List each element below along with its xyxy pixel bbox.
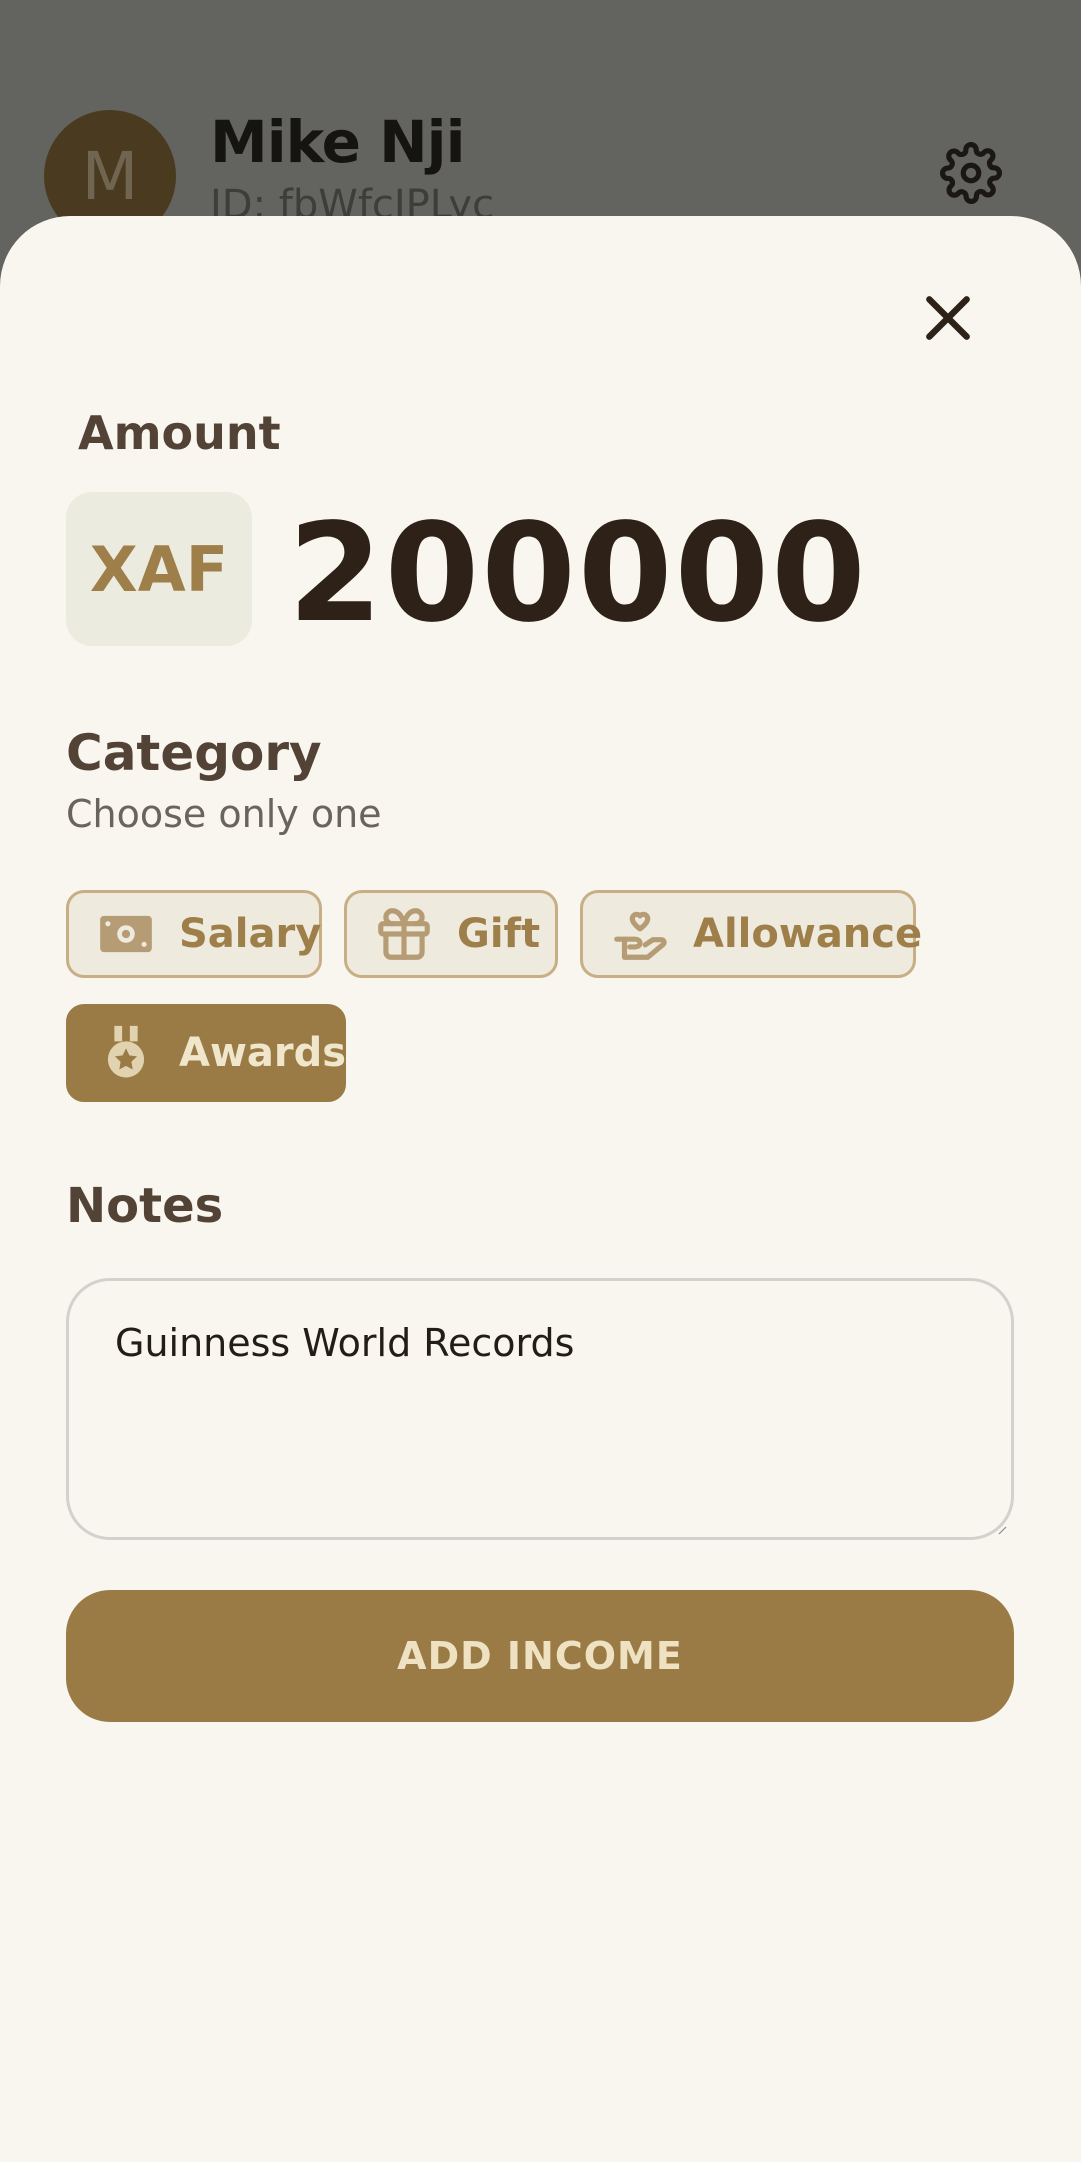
amount-input[interactable]: 200000 [288,496,868,653]
add-income-sheet: Amount XAF 200000 Category Choose only o… [0,216,1081,2162]
chip-label: Allowance [693,911,923,957]
currency-selector[interactable]: XAF [66,492,252,646]
add-income-button[interactable]: ADD INCOME [66,1590,1014,1722]
gear-icon[interactable] [940,142,1002,204]
notes-text: Guinness World Records [115,1321,575,1365]
hand-heart-icon [614,911,667,960]
amount-label: Amount [78,406,281,460]
category-hint: Choose only one [66,792,382,836]
chip-label: Awards [179,1030,347,1076]
notes-label: Notes [66,1178,224,1234]
profile-name: Mike Nji [210,108,465,176]
category-chip-awards[interactable]: Awards [66,1004,346,1102]
close-icon[interactable] [916,286,980,350]
category-chip-salary[interactable]: Salary [66,890,322,978]
notes-textarea[interactable]: Guinness World Records [66,1278,1014,1540]
category-label: Category [66,724,322,782]
chip-label: Gift [457,911,541,957]
category-chip-allowance[interactable]: Allowance [580,890,922,978]
chip-label: Salary [179,911,322,957]
gift-icon [378,908,430,960]
banknote-icon [100,915,152,953]
category-chip-gift[interactable]: Gift [344,890,558,978]
medal-icon [107,1025,145,1078]
resize-handle-icon[interactable] [997,1525,1007,1535]
